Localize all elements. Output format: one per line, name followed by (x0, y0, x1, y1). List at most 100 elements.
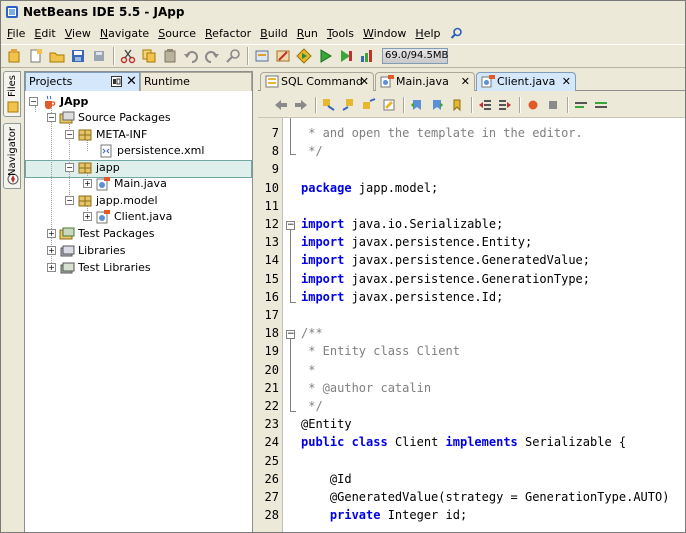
shift-left-icon[interactable] (476, 96, 493, 113)
comment-icon[interactable] (572, 96, 589, 113)
run-icon[interactable] (315, 46, 335, 66)
tree-node-libraries[interactable]: + Libraries (47, 242, 126, 259)
fold-line (290, 118, 291, 154)
title-bar: NetBeans IDE 5.5 - JApp (1, 1, 685, 23)
debug-icon[interactable] (336, 46, 356, 66)
find-icon[interactable] (223, 46, 243, 66)
fold-toggle-icon[interactable]: − (286, 221, 295, 230)
menu-refactor[interactable]: Refactor (202, 27, 257, 40)
run-main-project-icon[interactable] (294, 46, 314, 66)
tree-node-source-packages[interactable]: − Source Packages (47, 109, 171, 126)
find-selection-icon[interactable] (320, 96, 337, 113)
expand-toggle-icon[interactable]: + (83, 212, 92, 221)
line-number: 23 (264, 417, 279, 432)
collapse-toggle-icon[interactable]: − (65, 196, 74, 205)
tab-runtime[interactable]: Runtime (140, 72, 252, 91)
menu-navigate[interactable]: Navigate (97, 27, 155, 40)
code-editor[interactable]: * and open the template in the editor. *… (299, 118, 685, 532)
find-next-icon[interactable] (360, 96, 377, 113)
menu-bar: File Edit View Navigate Source Refactor … (1, 24, 685, 43)
menu-view[interactable]: View (62, 27, 97, 40)
tab-projects[interactable]: Projects ✕ (25, 72, 140, 91)
tree-node-main-java[interactable]: + Main.java (83, 175, 167, 192)
line-number: 12 (264, 217, 279, 231)
expand-toggle-icon[interactable]: + (47, 263, 56, 272)
projects-panel: Projects ✕ Runtime − JApp − Source Packa… (24, 71, 253, 532)
tree-node-client-java[interactable]: + Client.java (83, 208, 172, 225)
save-all-icon[interactable] (68, 46, 88, 66)
cut-icon[interactable] (118, 46, 138, 66)
tree-node-japp-model[interactable]: − japp.model (65, 192, 158, 209)
menu-file[interactable]: File (4, 27, 31, 40)
close-tab-icon[interactable]: ✕ (562, 73, 571, 90)
editor-tab-client-java[interactable]: Client.java ✕ (476, 72, 576, 91)
ide-window: NetBeans IDE 5.5 - JApp File Edit View N… (0, 0, 686, 533)
tree-node-label: Libraries (78, 244, 126, 257)
minimize-panel-icon[interactable] (111, 76, 122, 87)
tree-node-test-libraries[interactable]: + Test Libraries (47, 259, 151, 276)
collapse-toggle-icon[interactable]: − (65, 163, 74, 172)
stop-macro-icon[interactable] (544, 96, 561, 113)
files-icon (7, 101, 19, 113)
open-project-icon[interactable] (47, 46, 67, 66)
line-number: 14 (264, 253, 279, 268)
forward-icon[interactable] (292, 96, 309, 113)
menu-build[interactable]: Build (257, 27, 294, 40)
toggle-highlight-icon[interactable] (380, 96, 397, 113)
code-line: @Id (301, 471, 352, 486)
search-icon[interactable] (450, 27, 463, 40)
save-icon[interactable] (89, 46, 109, 66)
back-icon[interactable] (272, 96, 289, 113)
tree-node-meta-inf[interactable]: − META-INF (65, 126, 147, 143)
new-file-icon[interactable] (26, 46, 46, 66)
tab-navigator[interactable]: Navigator (3, 123, 21, 189)
tree-node-japp-package[interactable]: − japp (65, 159, 120, 176)
fold-toggle-icon[interactable]: − (286, 330, 295, 339)
tree-node-label: Source Packages (78, 111, 171, 124)
memory-usage-indicator[interactable]: 69.0/94.5MB (382, 48, 448, 64)
expand-toggle-icon[interactable]: + (47, 229, 56, 238)
copy-icon[interactable] (139, 46, 159, 66)
toggle-bookmark-icon[interactable] (448, 96, 465, 113)
new-project-icon[interactable] (5, 46, 25, 66)
clean-build-icon[interactable] (273, 46, 293, 66)
toolbar-separator (113, 47, 115, 65)
redo-icon[interactable] (202, 46, 222, 66)
code-line: public class Client implements Serializa… (301, 435, 627, 450)
collapse-toggle-icon[interactable]: − (29, 97, 38, 106)
menu-run[interactable]: Run (294, 27, 324, 40)
menu-tools[interactable]: Tools (324, 27, 360, 40)
paste-icon[interactable] (160, 46, 180, 66)
menu-help[interactable]: Help (412, 27, 446, 40)
close-tab-icon[interactable]: ✕ (461, 73, 470, 90)
tab-files[interactable]: Files (3, 71, 21, 117)
tree-node-label: Test Libraries (78, 261, 151, 274)
close-panel-icon[interactable]: ✕ (126, 73, 137, 91)
collapse-toggle-icon[interactable]: − (47, 113, 56, 122)
code-line: */ (301, 144, 323, 159)
uncomment-icon[interactable] (592, 96, 609, 113)
tree-node-persistence-xml[interactable]: persistence.xml (98, 142, 204, 159)
expand-toggle-icon[interactable]: + (47, 246, 56, 255)
profile-icon[interactable] (357, 46, 377, 66)
editor-tab-sql-command[interactable]: SQL Command 1 ✕ (260, 72, 374, 105)
build-icon[interactable] (252, 46, 272, 66)
next-bookmark-icon[interactable] (428, 96, 445, 113)
find-previous-icon[interactable] (340, 96, 357, 113)
expand-toggle-icon[interactable]: + (83, 179, 92, 188)
previous-bookmark-icon[interactable] (408, 96, 425, 113)
tree-node-test-packages[interactable]: + Test Packages (47, 225, 154, 242)
code-line: * and open the template in the editor. (301, 126, 583, 140)
editor-tab-main-java[interactable]: Main.java ✕ (375, 72, 475, 91)
line-number: 21 (264, 380, 279, 395)
tree-node-japp[interactable]: − JApp (29, 93, 88, 110)
menu-source[interactable]: Source (155, 27, 202, 40)
collapse-toggle-icon[interactable]: − (65, 130, 74, 139)
close-tab-icon[interactable]: ✕ (360, 73, 369, 90)
undo-icon[interactable] (181, 46, 201, 66)
menu-edit[interactable]: Edit (31, 27, 61, 40)
line-number: 19 (264, 344, 279, 359)
start-macro-icon[interactable] (524, 96, 541, 113)
menu-window[interactable]: Window (360, 27, 412, 40)
shift-right-icon[interactable] (496, 96, 513, 113)
